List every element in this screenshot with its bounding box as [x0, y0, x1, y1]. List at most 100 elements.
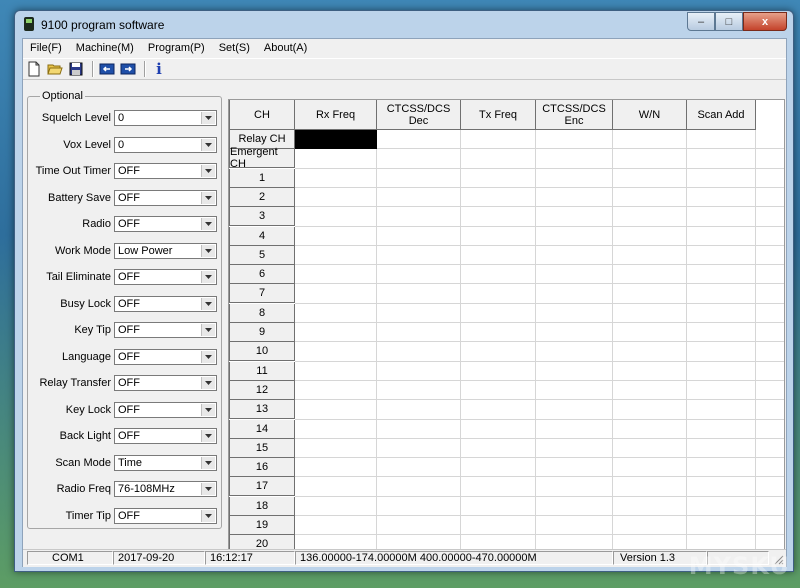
row-header[interactable]: 8: [229, 303, 295, 323]
grid-line: [295, 418, 784, 420]
dropdown-arrow-icon[interactable]: [201, 430, 215, 442]
row-header[interactable]: 3: [229, 207, 295, 227]
option-dropdown[interactable]: OFF: [114, 322, 217, 338]
dropdown-arrow-icon[interactable]: [201, 165, 215, 177]
row-header[interactable]: 14: [229, 419, 295, 439]
option-dropdown[interactable]: OFF: [114, 348, 217, 365]
row-header[interactable]: 19: [229, 516, 295, 535]
option-dropdown[interactable]: OFF: [114, 375, 217, 391]
option-dropdown[interactable]: OFF: [114, 216, 217, 232]
column-header[interactable]: Rx Freq: [295, 100, 377, 130]
save-button[interactable]: [67, 60, 85, 78]
option-dropdown[interactable]: OFF: [114, 269, 217, 285]
grid-line: [295, 244, 784, 246]
option-dropdown[interactable]: OFF: [114, 189, 217, 206]
option-label: Scan Mode: [55, 456, 111, 469]
row-header[interactable]: 6: [229, 265, 295, 285]
menu-about[interactable]: About(A): [257, 39, 314, 57]
dropdown-arrow-icon[interactable]: [201, 244, 215, 257]
dropdown-arrow-icon[interactable]: [201, 483, 215, 495]
channel-table[interactable]: CH Rx Freq CTCSS/DCS Dec Tx Freq CTCSS/DCS E…: [228, 99, 785, 557]
row-header[interactable]: 1: [229, 168, 295, 188]
row-header[interactable]: 17: [229, 477, 295, 497]
option-dropdown[interactable]: OFF: [114, 401, 217, 418]
status-frequency-ranges: 136.00000-174.00000M 400.00000-470.00000…: [295, 551, 613, 565]
dropdown-arrow-icon[interactable]: [201, 218, 215, 230]
option-row: Radio OFF: [28, 216, 221, 234]
option-dropdown[interactable]: OFF: [114, 507, 217, 524]
option-value: Low Power: [118, 244, 173, 257]
column-header[interactable]: CTCSS/DCS Dec: [377, 100, 461, 130]
new-file-button[interactable]: [25, 60, 43, 78]
dropdown-arrow-icon[interactable]: [201, 377, 215, 389]
option-value: OFF: [118, 271, 140, 283]
dropdown-arrow-icon[interactable]: [201, 297, 215, 310]
menu-program[interactable]: Program(P): [141, 39, 212, 57]
row-header[interactable]: 13: [229, 400, 295, 420]
status-port: COM1: [27, 551, 113, 565]
toolbar: i: [23, 58, 786, 80]
close-button[interactable]: x: [743, 12, 787, 31]
grid-line: [295, 322, 784, 323]
dropdown-arrow-icon[interactable]: [201, 403, 215, 416]
option-label: Radio: [82, 218, 111, 230]
row-header[interactable]: 4: [229, 226, 295, 246]
option-dropdown[interactable]: Time: [114, 454, 217, 471]
option-label: Vox Level: [63, 138, 111, 151]
option-dropdown[interactable]: OFF: [114, 428, 217, 444]
about-button[interactable]: i: [150, 60, 168, 78]
dropdown-arrow-icon[interactable]: [201, 191, 215, 204]
row-header[interactable]: 18: [229, 496, 295, 516]
row-header[interactable]: 2: [229, 187, 295, 207]
read-radio-button[interactable]: [98, 60, 116, 78]
option-value: OFF: [118, 191, 140, 204]
option-dropdown[interactable]: Low Power: [114, 242, 217, 259]
dropdown-arrow-icon[interactable]: [201, 112, 215, 124]
window-controls: – □ x: [687, 12, 787, 31]
open-file-button[interactable]: [46, 60, 64, 78]
row-header[interactable]: 16: [229, 458, 295, 478]
column-header[interactable]: CTCSS/DCS Enc: [536, 100, 613, 130]
option-dropdown[interactable]: OFF: [114, 163, 217, 179]
column-header[interactable]: CH: [229, 100, 295, 130]
grid-line: [295, 186, 784, 188]
menu-set[interactable]: Set(S): [212, 39, 257, 57]
title-bar[interactable]: 9100 program software – □ x: [15, 11, 793, 37]
row-header[interactable]: 10: [229, 342, 295, 362]
row-header[interactable]: 5: [229, 245, 295, 265]
dropdown-arrow-icon[interactable]: [201, 350, 215, 363]
menu-file[interactable]: File(F): [23, 39, 69, 57]
row-header[interactable]: 11: [229, 361, 295, 381]
row-header[interactable]: 15: [229, 438, 295, 458]
option-row: Scan Mode Time: [28, 454, 221, 473]
option-label: Radio Freq: [56, 483, 111, 495]
option-value: 0: [118, 138, 125, 151]
menu-machine[interactable]: Machine(M): [69, 39, 141, 57]
column-header[interactable]: Scan Add: [687, 100, 756, 130]
maximize-button[interactable]: □: [715, 12, 743, 31]
row-header[interactable]: Emergent CH: [229, 146, 295, 170]
option-label: Time Out Timer: [35, 165, 111, 177]
minimize-button[interactable]: –: [687, 12, 715, 31]
option-dropdown[interactable]: 0: [114, 136, 217, 153]
selected-cell[interactable]: [295, 130, 377, 149]
dropdown-arrow-icon[interactable]: [201, 324, 215, 336]
row-header[interactable]: 9: [229, 323, 295, 342]
dropdown-arrow-icon[interactable]: [201, 138, 215, 151]
grid-line: [376, 130, 377, 556]
grid-line: [295, 379, 784, 381]
row-header[interactable]: 7: [229, 284, 295, 304]
dropdown-arrow-icon[interactable]: [201, 271, 215, 283]
column-header[interactable]: W/N: [613, 100, 687, 130]
column-header[interactable]: Tx Freq: [461, 100, 536, 130]
option-dropdown[interactable]: 0: [114, 110, 217, 126]
option-dropdown[interactable]: 76-108MHz: [114, 481, 217, 497]
write-radio-button[interactable]: [119, 60, 137, 78]
dropdown-arrow-icon[interactable]: [201, 456, 215, 469]
optional-settings-group: Optional Squelch Level 0 Vox Level 0 Time Ou…: [27, 90, 222, 529]
row-header[interactable]: 12: [229, 380, 295, 400]
dropdown-arrow-icon[interactable]: [201, 509, 215, 522]
option-dropdown[interactable]: OFF: [114, 295, 217, 312]
grid-line: [295, 495, 784, 497]
grid-line: [295, 399, 784, 401]
